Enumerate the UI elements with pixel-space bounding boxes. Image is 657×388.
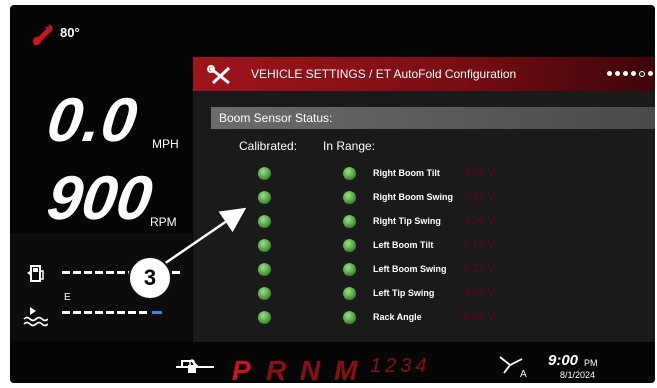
callout-number: 3	[128, 256, 172, 300]
callout-arrow	[163, 207, 247, 266]
